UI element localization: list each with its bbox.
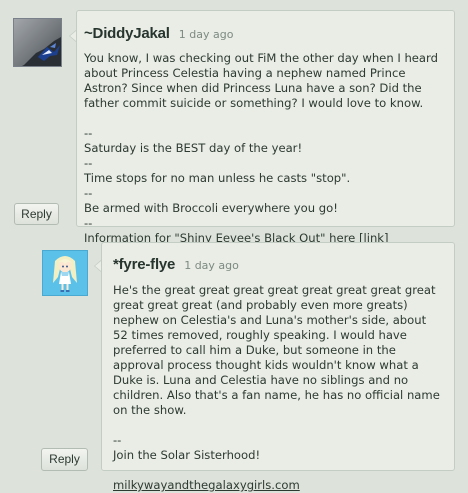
reply-button[interactable]: Reply	[41, 448, 88, 471]
signature-link[interactable]: milkywayandthegalaxygirls.com	[113, 478, 300, 492]
comment-header: ~DiddyJakal 1 day ago	[84, 23, 233, 42]
username-link[interactable]: *fyre-flye	[113, 256, 175, 273]
comment-body: You know, I was checking out FiM the oth…	[84, 51, 450, 246]
shadow-dragon-avatar-icon	[14, 19, 61, 66]
comment-text: He's the great great great great great g…	[113, 283, 440, 417]
user-avatar[interactable]	[13, 18, 62, 67]
user-avatar[interactable]	[42, 250, 88, 296]
username-link[interactable]: ~DiddyJakal	[84, 25, 170, 42]
comment-text: You know, I was checking out FiM the oth…	[84, 51, 438, 110]
reply-button[interactable]: Reply	[14, 203, 59, 225]
bubble-pointer	[69, 30, 76, 42]
comment-header: *fyre-flye 1 day ago	[113, 254, 239, 273]
bubble-pointer	[94, 260, 101, 272]
comment-bubble: ~DiddyJakal 1 day ago You know, I was che…	[76, 10, 455, 245]
comment-body: He's the great great great great great g…	[113, 283, 450, 493]
comment-bubble: *fyre-flye 1 day ago He's the great great…	[101, 242, 455, 492]
comment-timestamp[interactable]: 1 day ago	[184, 259, 239, 272]
comment-timestamp[interactable]: 1 day ago	[179, 28, 234, 41]
blonde-pony-girl-avatar-icon	[43, 251, 87, 295]
comment-signature: -- Join the Solar Sisterhood!	[113, 433, 261, 462]
comment-signature: -- Saturday is the BEST day of the year!…	[84, 126, 356, 245]
